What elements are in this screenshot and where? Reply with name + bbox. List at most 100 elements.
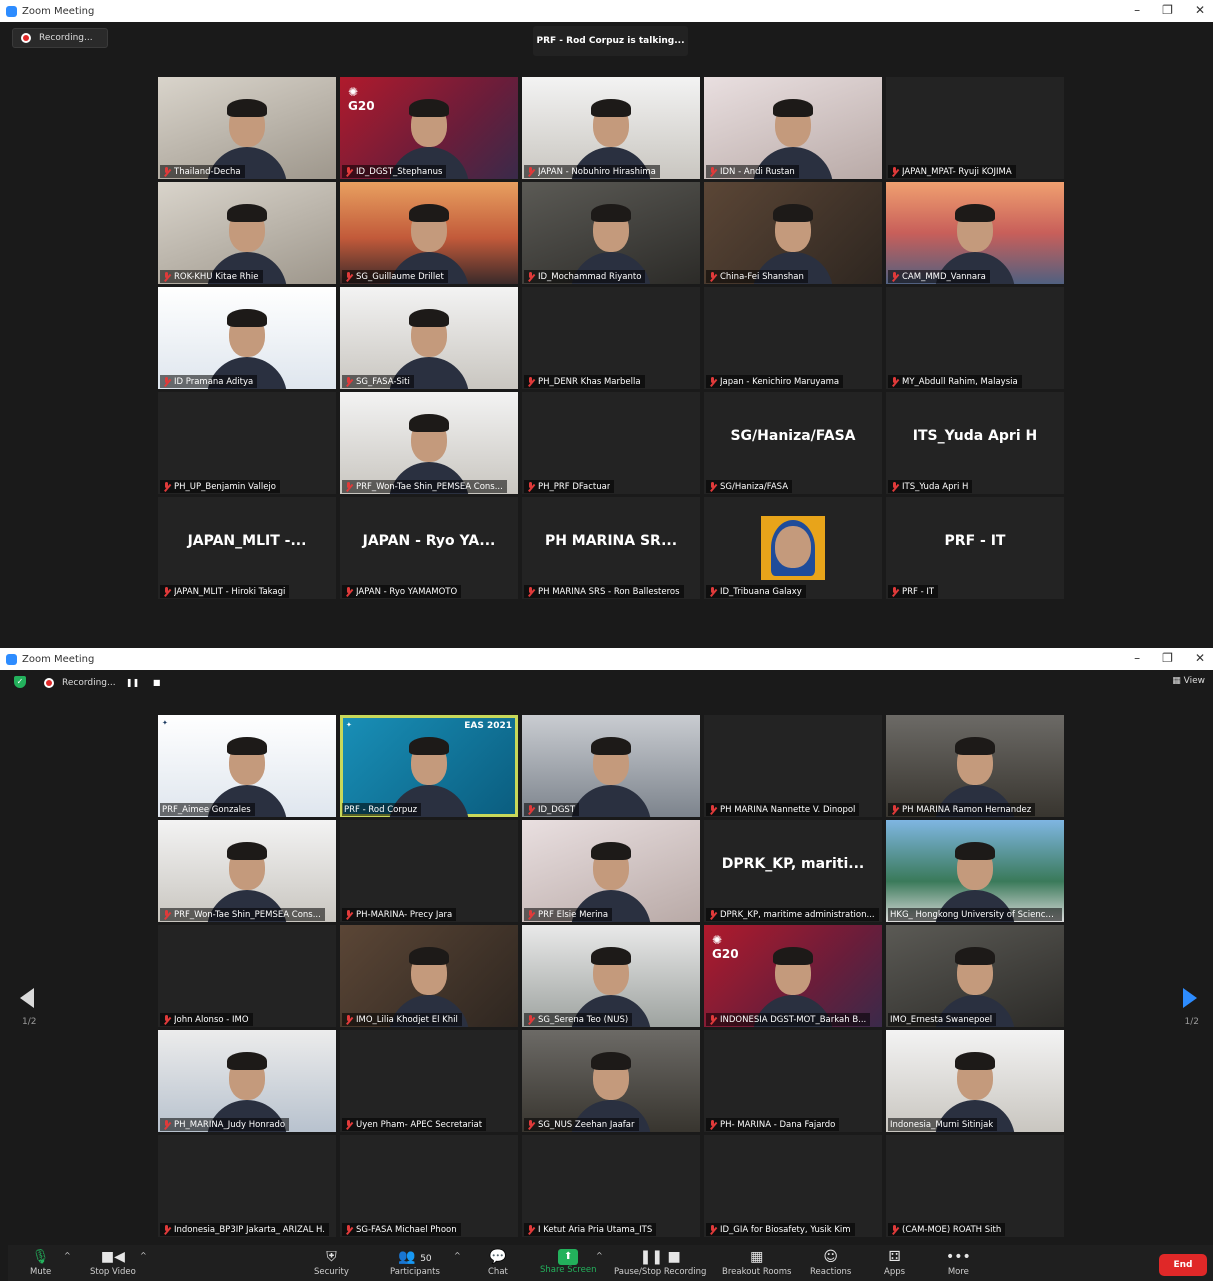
participant-tile[interactable]: JAPAN_MPAT- Ryuji KOJIMA [886, 77, 1064, 179]
participant-tile[interactable]: SG_Serena Teo (NUS) [522, 925, 700, 1027]
participant-display-name: DPRK_KP, mariti... [721, 856, 865, 872]
participant-tile[interactable]: PH_DENR Khas Marbella [522, 287, 700, 389]
participant-display-name: JAPAN_MLIT -... [187, 533, 307, 549]
participant-tile[interactable]: HKG_ Hongkong University of Science... [886, 820, 1064, 922]
participant-tile[interactable]: PH_PRF DFactuar [522, 392, 700, 494]
restore-icon[interactable]: ❐ [1162, 651, 1173, 665]
apps-icon: ⚃ [888, 1249, 901, 1265]
muted-microphone-icon [890, 804, 899, 815]
participant-tile[interactable]: SG/Haniza/FASA SG/Haniza/FASA [704, 392, 882, 494]
participant-name-tag: SG-FASA Michael Phoon [342, 1223, 461, 1236]
share-screen-button[interactable]: ⬆ Share Screen [540, 1247, 596, 1275]
apps-button[interactable]: ⚃ Apps [884, 1247, 905, 1277]
participant-tile[interactable]: SG_NUS Zeehan Jaafar [522, 1030, 700, 1132]
grid-icon: ▦ [1172, 676, 1181, 686]
participants-button[interactable]: 👥 50 Participants [390, 1247, 440, 1277]
participant-tile[interactable]: ID_Tribuana Galaxy [704, 497, 882, 599]
participant-tile[interactable]: PH MARINA Ramon Hernandez [886, 715, 1064, 817]
participant-tile[interactable]: PRF_Won-Tae Shin_PEMSEA Cons... [340, 392, 518, 494]
participant-tile[interactable]: Japan - Kenichiro Maruyama [704, 287, 882, 389]
participant-tile[interactable]: PRF - IT PRF - IT [886, 497, 1064, 599]
reactions-button[interactable]: ☺ Reactions [810, 1247, 851, 1277]
participant-tile[interactable]: ID Pramana Aditya [158, 287, 336, 389]
participant-video [571, 727, 651, 817]
participant-tile[interactable]: ID_DGST [522, 715, 700, 817]
chat-button[interactable]: 💬 Chat [488, 1247, 508, 1277]
mute-button[interactable]: 🎙 Mute [30, 1247, 51, 1277]
participant-tile[interactable]: PRF Elsie Merina [522, 820, 700, 922]
participant-tile[interactable]: China-Fei Shanshan [704, 182, 882, 284]
muted-microphone-icon [708, 1014, 717, 1025]
participant-tile[interactable]: ✺ G20 ID_DGST_Stephanus [340, 77, 518, 179]
participants-caret-icon[interactable]: ^ [454, 1251, 461, 1260]
close-icon[interactable]: ✕ [1195, 651, 1205, 665]
previous-page-arrow-icon[interactable] [20, 988, 34, 1008]
participant-tile[interactable]: PH MARINA Nannette V. Dinopol [704, 715, 882, 817]
participant-name-tag: I Ketut Aria Pria Utama_ITS [524, 1223, 657, 1236]
restore-icon[interactable]: ❐ [1162, 3, 1173, 17]
participant-tile[interactable]: I Ketut Aria Pria Utama_ITS [522, 1135, 700, 1237]
participant-tile[interactable]: Uyen Pham- APEC Secretariat [340, 1030, 518, 1132]
participant-name: PH_DENR Khas Marbella [538, 376, 641, 387]
participant-tile[interactable]: ITS_Yuda Apri H ITS_Yuda Apri H [886, 392, 1064, 494]
participant-name-tag: JAPAN_MLIT - Hiroki Takagi [160, 585, 290, 598]
stop-icon[interactable]: ■ [150, 676, 164, 690]
participant-tile[interactable]: John Alonso - IMO [158, 925, 336, 1027]
muted-microphone-icon [890, 481, 899, 492]
participant-tile[interactable]: Thailand-Decha [158, 77, 336, 179]
stop-video-button[interactable]: ■◀ Stop Video [90, 1247, 136, 1277]
participant-tile[interactable]: SG_Guillaume Drillet [340, 182, 518, 284]
video-options-caret-icon[interactable]: ^ [140, 1251, 147, 1260]
participant-tile[interactable]: SG-FASA Michael Phoon [340, 1135, 518, 1237]
participant-name-tag: JAPAN - Nobuhiro Hirashima [524, 165, 660, 178]
muted-microphone-icon [344, 909, 353, 920]
meeting-toolbar: 🎙 Mute ^ ■◀ Stop Video ^ ⛨ Security 👥 50… [8, 1245, 1213, 1281]
participant-tile[interactable]: PH- MARINA - Dana Fajardo [704, 1030, 882, 1132]
participant-tile[interactable]: PH_UP_Benjamin Vallejo [158, 392, 336, 494]
participant-tile[interactable]: ✦ EAS 2021 PRF - Rod Corpuz [340, 715, 518, 817]
participant-tile[interactable]: JAPAN - Nobuhiro Hirashima [522, 77, 700, 179]
security-shield-icon[interactable]: ✓ [14, 676, 26, 688]
participant-tile[interactable]: IMO_Ernesta Swanepoel [886, 925, 1064, 1027]
participant-tile[interactable]: PH-MARINA- Precy Jara [340, 820, 518, 922]
participant-tile[interactable]: DPRK_KP, mariti... DPRK_KP, maritime admi… [704, 820, 882, 922]
end-meeting-button[interactable]: End [1159, 1254, 1207, 1276]
participant-tile[interactable]: PH_MARINA_Judy Honrado [158, 1030, 336, 1132]
recording-indicator[interactable]: Recording... [12, 28, 108, 48]
participant-tile[interactable]: ✦ PRF_Aimee Gonzales [158, 715, 336, 817]
participant-tile[interactable]: (CAM-MOE) ROATH Sith [886, 1135, 1064, 1237]
participant-tile[interactable]: ID_Mochammad Riyanto [522, 182, 700, 284]
participant-tile[interactable]: JAPAN_MLIT -... JAPAN_MLIT - Hiroki Takag… [158, 497, 336, 599]
breakout-rooms-button[interactable]: ▦ Breakout Rooms [722, 1247, 791, 1277]
participant-tile[interactable]: IDN - Andi Rustan [704, 77, 882, 179]
participant-tile[interactable]: MY_Abdull Rahim, Malaysia [886, 287, 1064, 389]
participant-tile[interactable]: ID_GIA for Biosafety, Yusik Kim [704, 1135, 882, 1237]
participant-name: PRF Elsie Merina [538, 909, 609, 920]
participant-tile[interactable]: IMO_Lilia Khodjet El Khil [340, 925, 518, 1027]
participant-display-name: ITS_Yuda Apri H [912, 428, 1038, 444]
participant-tile[interactable]: ✺ G20 INDONESIA DGST-MOT_Barkah B... [704, 925, 882, 1027]
pause-stop-recording-button[interactable]: ❚❚ ■ Pause/Stop Recording [614, 1247, 706, 1277]
share-options-caret-icon[interactable]: ^ [596, 1251, 603, 1260]
muted-microphone-icon [890, 376, 899, 387]
minimize-icon[interactable]: – [1134, 3, 1140, 17]
participant-tile[interactable]: JAPAN - Ryo YA... JAPAN - Ryo YAMAMOTO [340, 497, 518, 599]
security-button[interactable]: ⛨ Security [314, 1247, 349, 1277]
participant-tile[interactable]: ROK-KHU Kitae Rhie [158, 182, 336, 284]
muted-microphone-icon [344, 271, 353, 282]
next-page-arrow-icon[interactable] [1183, 988, 1197, 1008]
close-icon[interactable]: ✕ [1195, 3, 1205, 17]
participant-tile[interactable]: SG_FASA-Siti [340, 287, 518, 389]
participant-tile[interactable]: CAM_MMD_Vannara [886, 182, 1064, 284]
participant-tile[interactable]: Indonesia_BP3IP Jakarta_ ARIZAL H. [158, 1135, 336, 1237]
participant-tile[interactable]: PH MARINA SR... PH MARINA SRS - Ron Balle… [522, 497, 700, 599]
participant-tile[interactable]: Indonesia_Murni Sitinjak [886, 1030, 1064, 1132]
meeting-area: Recording... PRF - Rod Corpuz is talking… [8, 22, 1213, 648]
pause-icon[interactable]: ❚❚ [126, 676, 140, 690]
minimize-icon[interactable]: – [1134, 651, 1140, 665]
share-screen-label: Share Screen [540, 1265, 597, 1275]
audio-options-caret-icon[interactable]: ^ [64, 1251, 71, 1260]
view-button[interactable]: ▦ View [1172, 676, 1205, 686]
more-button[interactable]: ••• More [946, 1247, 971, 1277]
participant-tile[interactable]: PRF_Won-Tae Shin_PEMSEA Cons... [158, 820, 336, 922]
